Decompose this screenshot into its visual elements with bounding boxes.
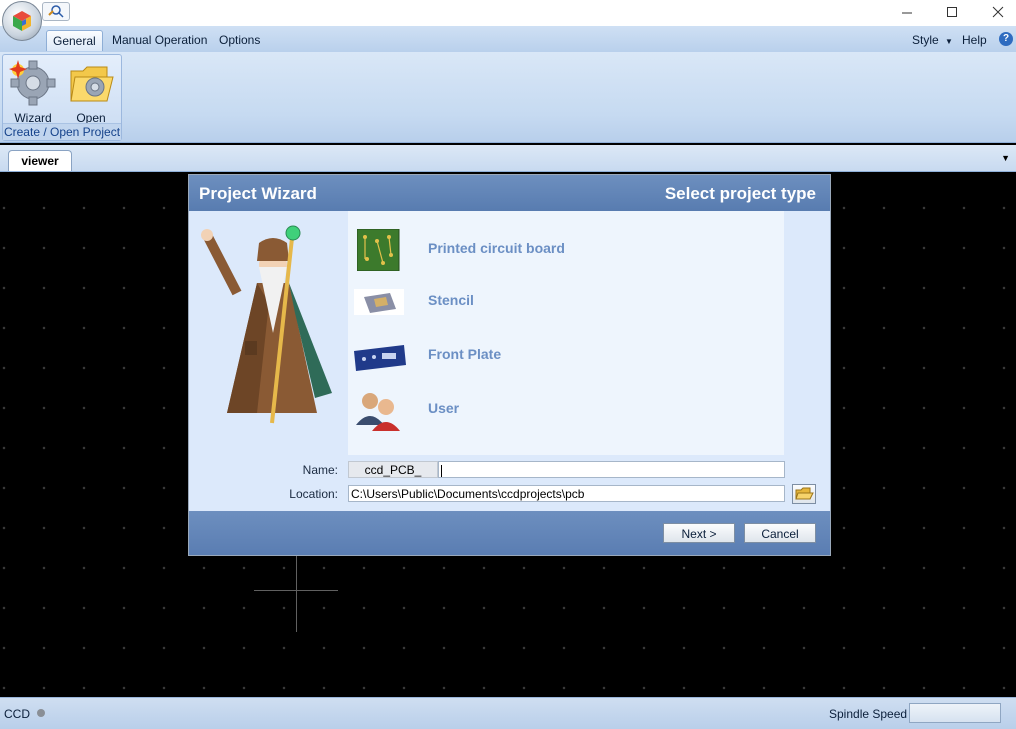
wizard-button[interactable]: Wizard <box>5 57 61 125</box>
wizard-gear-icon <box>9 60 56 106</box>
application-button[interactable] <box>2 1 42 41</box>
maximize-button[interactable] <box>929 0 975 24</box>
style-menu[interactable]: Style ▼ <box>906 30 959 50</box>
maximize-icon <box>947 7 957 17</box>
wizard-title: Project Wizard <box>199 184 317 203</box>
project-name-input[interactable] <box>438 461 785 478</box>
browse-folder-button[interactable] <box>792 484 816 504</box>
type-label-stencil: Stencil <box>428 292 474 308</box>
folder-open-icon <box>795 487 814 500</box>
tab-manual-operation[interactable]: Manual Operation <box>106 30 213 50</box>
text-cursor <box>441 464 442 477</box>
open-button[interactable]: Open <box>63 57 119 125</box>
pcb-icon <box>357 229 400 271</box>
quick-access-toolbar[interactable] <box>42 2 70 21</box>
status-ccd-label: CCD <box>4 707 30 721</box>
spindle-speed-label: Spindle Speed <box>829 707 908 721</box>
location-input[interactable]: C:\Users\Public\Documents\ccdprojects\pc… <box>348 485 785 502</box>
tab-viewer[interactable]: viewer <box>8 150 72 171</box>
style-label: Style <box>912 33 939 47</box>
status-indicator-icon <box>37 709 45 717</box>
ribbon-tab-bar: General Manual Operation Options Style ▼… <box>0 26 1016 53</box>
cursor-crosshair-vertical <box>296 556 297 632</box>
title-bar <box>0 0 1016 26</box>
group-label: Create / Open Project <box>3 123 121 140</box>
project-type-front-plate[interactable]: Front Plate <box>348 331 784 381</box>
wizard-header: Project Wizard Select project type <box>189 175 830 211</box>
cursor-crosshair-horizontal <box>254 590 338 591</box>
name-prefix: ccd_PCB_ <box>348 461 438 478</box>
wizard-subtitle: Select project type <box>664 184 816 203</box>
type-label-front-plate: Front Plate <box>428 346 502 362</box>
minimize-icon <box>902 12 912 14</box>
help-icon[interactable]: ? <box>999 32 1013 46</box>
name-label: Name: <box>302 463 338 477</box>
project-type-stencil[interactable]: Stencil <box>348 277 784 327</box>
ribbon-panel: Wizard Open Create / Open Project <box>0 52 1016 143</box>
project-wizard-dialog: Project Wizard Select project type Print… <box>188 174 831 556</box>
project-type-pcb[interactable]: Printed circuit board <box>348 225 784 275</box>
app-logo-icon <box>13 11 31 31</box>
project-type-user[interactable]: User <box>348 385 784 435</box>
location-label: Location: <box>289 487 338 501</box>
close-button[interactable] <box>975 0 1016 24</box>
cancel-button[interactable]: Cancel <box>744 523 816 543</box>
document-tab-strip: viewer ▼ <box>0 145 1016 172</box>
status-bar: CCD Spindle Speed <box>0 697 1016 729</box>
spindle-speed-value <box>909 703 1001 723</box>
create-open-project-group: Wizard Open Create / Open Project <box>2 54 122 141</box>
stencil-icon <box>354 289 404 315</box>
type-label-pcb: Printed circuit board <box>428 240 565 256</box>
wizard-character-image <box>201 225 332 424</box>
help-menu[interactable]: Help <box>956 30 993 50</box>
open-folder-gear-icon <box>70 66 114 102</box>
next-button[interactable]: Next > <box>663 523 735 543</box>
wizard-footer: Next > Cancel <box>189 511 830 555</box>
quick-access-icon <box>48 5 64 18</box>
chevron-down-icon: ▼ <box>945 37 953 46</box>
project-type-list: Printed circuit board Stencil Front Plat… <box>348 211 784 455</box>
close-icon <box>992 6 1004 18</box>
type-label-user: User <box>428 400 460 416</box>
tab-general[interactable]: General <box>46 30 103 51</box>
tab-options[interactable]: Options <box>213 30 266 50</box>
tab-list-dropdown-icon[interactable]: ▼ <box>1001 153 1010 163</box>
minimize-button[interactable] <box>884 0 930 24</box>
front-plate-icon <box>354 345 406 371</box>
users-icon <box>356 393 400 431</box>
